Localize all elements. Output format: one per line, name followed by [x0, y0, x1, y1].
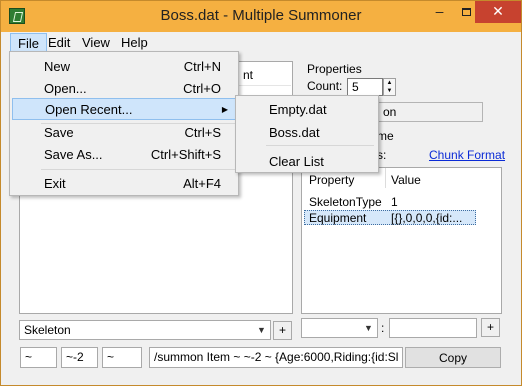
- menu-item-label: Clear List: [269, 154, 324, 169]
- grid-cell-property[interactable]: Equipment: [309, 211, 366, 225]
- spin-down-icon[interactable]: ▼: [384, 87, 395, 95]
- grid-cell-value[interactable]: 1: [391, 195, 398, 209]
- menu-item-label: Open Recent...: [45, 102, 133, 117]
- menu-separator: [266, 145, 374, 146]
- separator-colon: :: [381, 321, 385, 335]
- skeleton-select[interactable]: Skeleton ▼: [19, 320, 271, 340]
- menu-item-label: Boss.dat: [269, 125, 320, 140]
- add-skeleton-button[interactable]: +: [273, 321, 292, 340]
- menu-item-label: Empty.dat: [269, 102, 327, 117]
- menu-item-label: Save: [44, 125, 74, 140]
- property-grid[interactable]: Property Value SkeletonType 1 Equipment …: [301, 167, 502, 314]
- copy-button[interactable]: Copy: [405, 347, 501, 368]
- maximize-icon: [462, 8, 471, 16]
- coord-x-input[interactable]: ~: [20, 347, 57, 368]
- menu-item-save-as[interactable]: Save As... Ctrl+Shift+S: [10, 144, 238, 166]
- menu-item-exit[interactable]: Exit Alt+F4: [10, 173, 238, 195]
- menu-item-open-recent[interactable]: Open Recent... ▶: [12, 98, 237, 120]
- close-button[interactable]: ✕: [475, 1, 521, 23]
- menu-item-shortcut: Ctrl+O: [183, 81, 221, 96]
- coord-z-input[interactable]: ~: [102, 347, 142, 368]
- chunk-format-link[interactable]: Chunk Format: [429, 148, 505, 162]
- menu-item-shortcut: Ctrl+N: [183, 59, 221, 74]
- menu-item-label: Save As...: [44, 147, 103, 162]
- menu-item-shortcut: Ctrl+Shift+S: [150, 147, 221, 162]
- count-label: Count:: [307, 79, 343, 93]
- recent-item-empty[interactable]: Empty.dat: [236, 99, 378, 121]
- property-type-select[interactable]: ▼: [301, 318, 378, 338]
- main-window: Boss.dat - Multiple Summoner ‒ ✕ File Ed…: [0, 0, 522, 386]
- menu-item-label: New: [44, 59, 71, 74]
- menu-item-shortcut: Alt+F4: [183, 176, 221, 191]
- skeleton-select-value: Skeleton: [24, 323, 71, 337]
- grid-cell-value[interactable]: [{},0,0,0,{id:...: [391, 211, 475, 225]
- coord-y-input[interactable]: ~-2: [61, 347, 98, 368]
- submenu-arrow-icon: ▶: [221, 105, 228, 114]
- menu-view[interactable]: View: [75, 33, 117, 52]
- chevron-down-icon[interactable]: ▼: [360, 319, 377, 337]
- menu-separator: [41, 169, 236, 170]
- chevron-down-icon[interactable]: ▼: [253, 321, 270, 339]
- menu-item-new[interactable]: New Ctrl+N: [10, 56, 238, 78]
- file-menu: New Ctrl+N Open... Ctrl+O Open Recent...…: [9, 51, 239, 196]
- count-spinner[interactable]: ▲ ▼: [383, 78, 396, 96]
- add-property-button[interactable]: +: [481, 318, 500, 337]
- recent-submenu: Empty.dat Boss.dat Clear List: [235, 95, 379, 173]
- properties-group-label: Properties: [307, 62, 362, 76]
- recent-item-clear-list[interactable]: Clear List: [236, 151, 378, 173]
- grid-column-divider[interactable]: [385, 168, 386, 188]
- command-output[interactable]: /summon Item ~ ~-2 ~ {Age:6000,Riding:{i…: [149, 347, 403, 368]
- minimize-button[interactable]: ‒: [426, 1, 453, 23]
- menu-help[interactable]: Help: [114, 33, 155, 52]
- recent-item-boss[interactable]: Boss.dat: [236, 122, 378, 144]
- tree-column-header[interactable]: nt: [233, 62, 291, 86]
- menu-edit[interactable]: Edit: [41, 33, 77, 52]
- property-value-input[interactable]: [389, 318, 477, 338]
- menu-bar: File Edit View Help: [1, 32, 521, 52]
- menu-item-label: Open...: [44, 81, 87, 96]
- menu-item-shortcut: Ctrl+S: [184, 125, 221, 140]
- menu-item-save[interactable]: Save Ctrl+S: [10, 122, 238, 144]
- count-input[interactable]: 5: [347, 78, 383, 96]
- grid-header-value[interactable]: Value: [391, 173, 421, 187]
- title-bar[interactable]: Boss.dat - Multiple Summoner ‒ ✕: [1, 1, 521, 32]
- menu-item-open[interactable]: Open... Ctrl+O: [10, 78, 238, 100]
- spin-up-icon[interactable]: ▲: [384, 79, 395, 87]
- name-label: me: [377, 129, 394, 143]
- grid-cell-property[interactable]: SkeletonType: [309, 195, 382, 209]
- menu-item-label: Exit: [44, 176, 66, 191]
- grid-header-property[interactable]: Property: [309, 173, 354, 187]
